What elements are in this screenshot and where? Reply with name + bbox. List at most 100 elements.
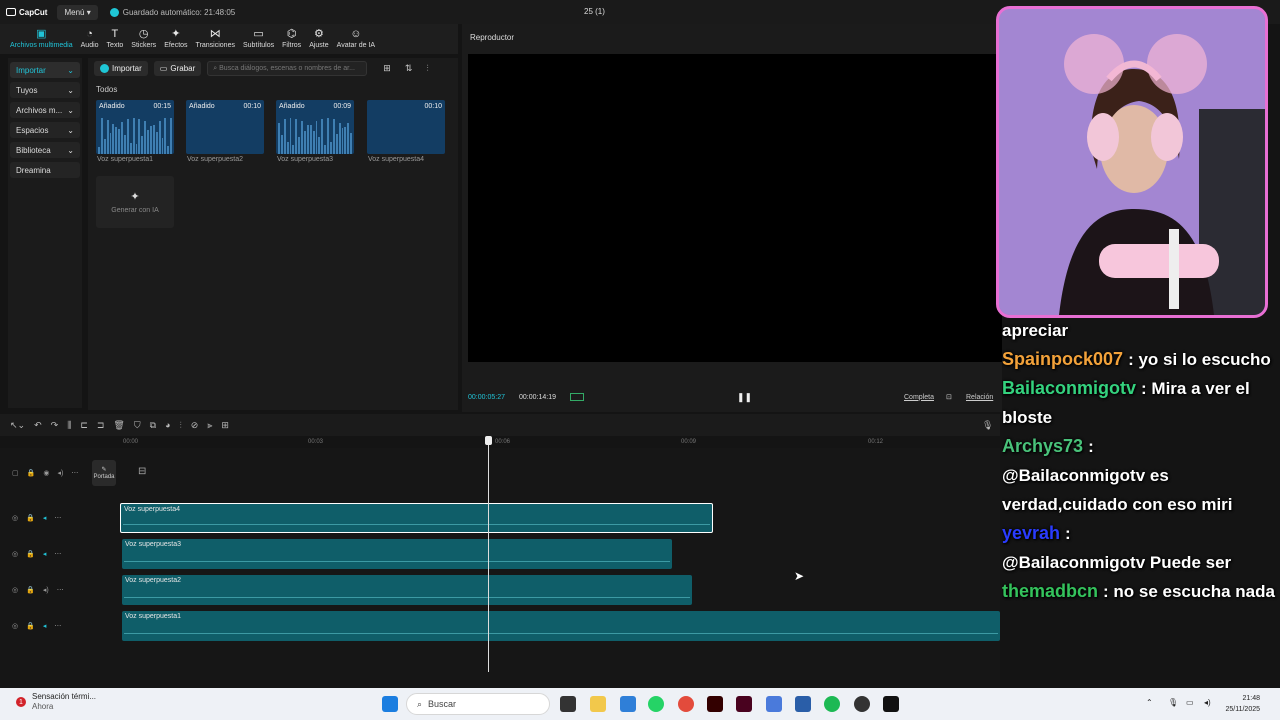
cover-button[interactable]: ✎ Portada — [92, 460, 116, 486]
fullview-button[interactable]: Completa — [904, 394, 934, 401]
screenshot-icon[interactable]: ⊡ — [946, 393, 952, 401]
sidebar-item-library[interactable]: Biblioteca ⌄ — [10, 142, 80, 158]
more-icon[interactable]: ⋯ — [54, 622, 61, 630]
tab-media[interactable]: ▣ Archivos multimedia — [6, 29, 77, 54]
sidebar-item-files[interactable]: Archivos m... ⌄ — [10, 102, 80, 118]
tab-effects[interactable]: ✦ Efectos — [160, 29, 191, 54]
keyframe-icon[interactable]: ⫸ — [207, 420, 212, 431]
volume-icon[interactable]: ◂) — [43, 586, 49, 594]
lock-icon[interactable]: 🔒 — [26, 550, 35, 558]
store-icon[interactable] — [620, 696, 636, 712]
sidebar-item-dreamina[interactable]: Dreamina — [10, 162, 80, 178]
tab-filters[interactable]: ⌬ Filtros — [278, 29, 305, 54]
track-toggle-icon[interactable]: ◎ — [12, 622, 18, 630]
capcut-taskbar-icon[interactable] — [883, 696, 899, 712]
select-tool-icon[interactable]: ↖⌄ — [10, 420, 25, 431]
tab-transitions[interactable]: ⋈ Transiciones — [192, 29, 239, 54]
import-button[interactable]: Importar — [94, 61, 148, 76]
clip-voz3[interactable]: Voz superpuesta3 — [122, 539, 672, 569]
chrome-icon[interactable] — [678, 696, 694, 712]
split-left-icon[interactable]: ⊏ — [80, 420, 88, 431]
split-icon[interactable]: ⫼ — [67, 420, 71, 431]
lock-icon[interactable]: 🔒 — [26, 586, 35, 594]
lock-icon[interactable]: 🔒 — [26, 622, 35, 630]
audio-sep-icon[interactable]: ⫶ — [180, 420, 182, 431]
sidebar-item-import[interactable]: Importar ⌄ — [10, 62, 80, 78]
tab-stickers[interactable]: ◷ Stickers — [127, 29, 160, 54]
film-icon[interactable]: ⊟ — [138, 466, 146, 477]
tab-adjust[interactable]: ⚙ Ajuste — [305, 29, 332, 54]
waveform-toggle-icon[interactable] — [570, 393, 584, 401]
sidebar-item-spaces[interactable]: Espacios ⌄ — [10, 122, 80, 138]
menu-button[interactable]: Menú ▾ — [57, 4, 98, 20]
audio-icon[interactable]: ◂ — [43, 550, 47, 558]
tab-text[interactable]: T Texto — [103, 29, 128, 54]
track-toggle-icon[interactable]: ◎ — [12, 514, 18, 522]
media-search-input[interactable]: ⌕ Busca diálogos, escenas o nombres de a… — [207, 61, 368, 76]
record-button[interactable]: ▭ Grabar — [153, 61, 202, 76]
eye-icon[interactable]: ◉ — [43, 469, 49, 477]
davinci-icon[interactable] — [854, 696, 870, 712]
lock-icon[interactable]: 🔒 — [26, 514, 35, 522]
network-icon[interactable]: ▭ — [1186, 698, 1194, 707]
freeze-icon[interactable]: ⧉ — [150, 420, 156, 431]
clock[interactable]: 21:48 25/11/2025 — [1225, 693, 1260, 715]
color-icon[interactable]: ◕ — [165, 420, 170, 430]
more-icon[interactable]: ⋯ — [54, 550, 61, 558]
windows-start-icon[interactable] — [382, 696, 398, 712]
track-toggle-icon[interactable]: ▢ — [12, 469, 19, 477]
clip-voz2[interactable]: Voz superpuesta2 — [122, 575, 692, 605]
volume-icon[interactable]: ◂) — [57, 469, 63, 477]
media-thumb-2[interactable]: Añadido 00:10 — [186, 100, 264, 154]
sidebar-item-yours[interactable]: Tuyos ⌄ — [10, 82, 80, 98]
microphone-tray-icon[interactable]: 🎙 — [1168, 698, 1178, 707]
lock-icon[interactable]: 🔒 — [27, 469, 36, 477]
ratio-button[interactable]: Relación — [966, 394, 993, 401]
audio-icon[interactable]: ◂ — [43, 622, 47, 630]
track-toggle-icon[interactable]: ◎ — [12, 586, 18, 594]
grid-view-icon[interactable]: ⊞ — [383, 63, 391, 74]
clip-voz4[interactable]: Voz superpuesta4 — [120, 503, 713, 533]
media-thumb-4[interactable]: 00:10 — [367, 100, 445, 154]
media-thumb-3[interactable]: Añadido 00:09 — [276, 100, 354, 154]
waveform-bar — [170, 118, 173, 154]
pause-icon[interactable]: ❚❚ — [737, 392, 752, 403]
tray-chevron-icon[interactable]: ⌃ — [1146, 698, 1153, 707]
generate-ai-button[interactable]: ✦ Generar con IA — [96, 176, 174, 228]
track-toggle-icon[interactable]: ◎ — [12, 550, 18, 558]
media-thumb-1[interactable]: Añadido 00:15 — [96, 100, 174, 154]
tab-subtitles[interactable]: ▭ Subtítulos — [239, 29, 278, 54]
audio-icon[interactable]: ◂ — [43, 514, 47, 522]
tab-audio[interactable]: ◔ Audio — [77, 29, 103, 54]
more-icon[interactable]: ⋯ — [54, 514, 61, 522]
app-icon[interactable] — [766, 696, 782, 712]
redo-icon[interactable]: ↷ — [51, 420, 59, 431]
indesign-icon[interactable] — [736, 696, 752, 712]
delete-icon[interactable]: 🗑 — [113, 420, 124, 431]
file-explorer-icon[interactable] — [590, 696, 606, 712]
sort-icon[interactable]: ⇅ — [405, 63, 413, 74]
media-app-icon[interactable] — [795, 696, 811, 712]
more-icon[interactable]: ⋯ — [57, 586, 64, 594]
volume-tray-icon[interactable]: ◂) — [1204, 698, 1211, 707]
task-view-icon[interactable] — [560, 696, 576, 712]
microphone-icon[interactable]: 🎙 — [982, 420, 993, 431]
shield-icon[interactable]: ⛉ — [134, 420, 141, 431]
player-screen[interactable] — [468, 54, 1002, 362]
playhead-handle[interactable] — [485, 436, 492, 445]
whatsapp-icon[interactable] — [648, 696, 664, 712]
filter-icon[interactable]: ⫶ — [426, 63, 428, 74]
more-icon[interactable]: ⋯ — [71, 469, 78, 477]
spotify-icon[interactable] — [824, 696, 840, 712]
illustrator-icon[interactable] — [707, 696, 723, 712]
tab-ai-avatar[interactable]: ☺ Avatar de IA — [333, 29, 379, 54]
playhead[interactable] — [488, 438, 489, 672]
weather-widget[interactable]: 1 Sensación térmi... Ahora — [16, 692, 96, 712]
split-right-icon[interactable]: ⊐ — [97, 420, 105, 431]
clip-voz1[interactable]: Voz superpuesta1 — [122, 611, 1000, 641]
crop-icon[interactable]: ⊞ — [221, 420, 229, 431]
undo-icon[interactable]: ↶ — [34, 420, 42, 431]
time-ruler[interactable]: 00:00 00:03 00:06 00:09 00:12 — [90, 436, 1000, 448]
mask-icon[interactable]: ⊘ — [191, 420, 199, 431]
taskbar-search[interactable]: ⌕ Buscar — [406, 693, 550, 715]
